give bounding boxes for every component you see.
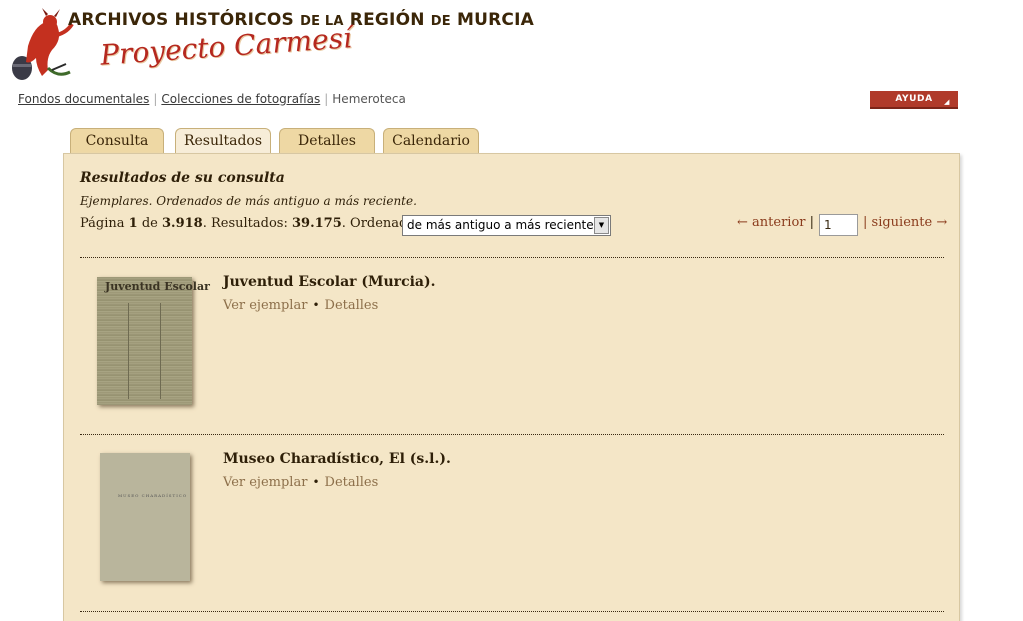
divider (80, 611, 944, 612)
breadcrumb-separator: | (153, 92, 158, 106)
page-number-input[interactable]: 1 (819, 214, 858, 236)
page-of: de (141, 216, 158, 231)
pager-separator: | (809, 215, 815, 230)
order-select-value: de más antiguo a más reciente (407, 218, 594, 232)
help-button-label: AYUDA (895, 94, 933, 104)
results-label: . Resultados: (202, 216, 288, 231)
page-total: 3.918 (162, 216, 203, 231)
prev-link[interactable]: ← anterior (737, 215, 805, 230)
page-label: Página (80, 216, 125, 231)
pager-separator: | (863, 215, 868, 230)
item-title[interactable]: Juventud Escolar (Murcia). (223, 274, 435, 290)
title-text-4: DE (430, 14, 451, 29)
item-thumbnail[interactable]: Juventud Escolar (97, 277, 210, 405)
divider (80, 257, 944, 258)
breadcrumb-current: Hemeroteca (332, 92, 406, 106)
bullet: • (312, 475, 320, 489)
breadcrumb-fondos-link[interactable]: Fondos documentales (18, 92, 149, 106)
view-item-link[interactable]: Ver ejemplar (223, 475, 307, 490)
site-header: ARCHIVOS HISTÓRICOS DE LA REGIÓN DE MURC… (0, 0, 1023, 90)
pager-next: | siguiente → (863, 215, 947, 230)
item-thumbnail[interactable]: MUSEO CHARADÍSTICO (100, 453, 190, 581)
order-select[interactable]: de más antiguo a más reciente ▼ (402, 215, 611, 236)
tab-resultados[interactable]: Resultados (175, 128, 271, 155)
item-title[interactable]: Museo Charadístico, El (s.l.). (223, 451, 451, 467)
results-count: 39.175 (292, 216, 342, 231)
help-triangle-icon: ◢ (944, 98, 950, 106)
pager-info: Página 1 de 3.918. Resultados: 39.175. O… (80, 216, 422, 231)
results-heading: Resultados de su consulta (80, 170, 285, 186)
breadcrumb: Fondos documentales | Colecciones de fotog… (18, 92, 406, 106)
thumbnail-text: Juventud Escolar (105, 280, 210, 293)
thumbnail-column-line (160, 303, 161, 399)
details-link[interactable]: Detalles (325, 298, 379, 313)
tab-consulta[interactable]: Consulta (70, 128, 164, 154)
results-panel: Resultados de su consulta Ejemplares. Or… (63, 153, 960, 621)
item-links: Ver ejemplar • Detalles (223, 475, 378, 490)
select-arrow-icon[interactable]: ▼ (594, 217, 609, 234)
thumbnail-text: MUSEO CHARADÍSTICO (118, 493, 188, 498)
title-text-5: MURCIA (456, 10, 534, 30)
help-button[interactable]: AYUDA ◢ (870, 91, 958, 109)
view-item-link[interactable]: Ver ejemplar (223, 298, 307, 313)
divider (80, 434, 944, 435)
breadcrumb-colecciones-link[interactable]: Colecciones de fotografías (161, 92, 320, 106)
bullet: • (312, 298, 320, 312)
tab-detalles[interactable]: Detalles (279, 128, 375, 154)
page-current: 1 (128, 216, 138, 231)
title-text-3: REGIÓN (349, 10, 425, 30)
details-link[interactable]: Detalles (325, 475, 379, 490)
item-links: Ver ejemplar • Detalles (223, 298, 378, 313)
results-description: Ejemplares. Ordenados de más antiguo a m… (80, 194, 417, 208)
thumbnail-column-line (128, 303, 129, 399)
pager-nav: ← anterior | (737, 215, 814, 230)
breadcrumb-separator: | (324, 92, 329, 106)
next-link[interactable]: siguiente → (872, 215, 948, 230)
tab-calendario[interactable]: Calendario (383, 128, 479, 154)
